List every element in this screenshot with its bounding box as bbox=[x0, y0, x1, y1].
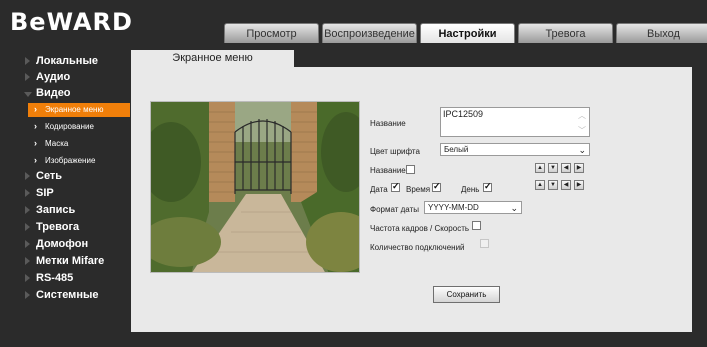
chevron-down-icon: ⌄ bbox=[510, 203, 518, 213]
sidebar-item-alarm[interactable]: Тревога bbox=[0, 220, 131, 236]
triangle-right-icon bbox=[25, 240, 30, 248]
sidebar-item-video[interactable]: Видео bbox=[0, 86, 131, 102]
fps-checkbox[interactable] bbox=[472, 221, 481, 230]
arrow-down-icon[interactable]: ▼ bbox=[548, 163, 558, 173]
connections-label: Количество подключений bbox=[370, 243, 465, 252]
triangle-down-icon bbox=[24, 92, 32, 97]
day-checkbox[interactable] bbox=[483, 181, 492, 192]
brand-logo: BeWARD bbox=[10, 8, 133, 36]
header: BeWARD Просмотр Воспроизведение Настройк… bbox=[0, 0, 707, 46]
arrow-left-icon[interactable]: ◀ bbox=[561, 163, 571, 173]
triangle-right-icon bbox=[25, 257, 30, 265]
sidebar-subitem-osd[interactable]: › Экранное меню bbox=[28, 103, 130, 117]
sidebar-subitem-encoding[interactable]: › Кодирование bbox=[28, 120, 130, 134]
time-label: Время bbox=[406, 185, 431, 194]
sidebar-item-label: Системные bbox=[36, 289, 99, 301]
arrow-right-icon[interactable]: ▶ bbox=[574, 163, 584, 173]
sidebar-item-sip[interactable]: SIP bbox=[0, 186, 131, 202]
sidebar-item-rs485[interactable]: RS-485 bbox=[0, 271, 131, 287]
sidebar-subitem-label: Экранное меню bbox=[45, 105, 104, 114]
sidebar-item-local[interactable]: Локальные bbox=[0, 54, 131, 70]
sidebar-item-label: Метки Mifare bbox=[36, 255, 105, 267]
sidebar-item-network[interactable]: Сеть bbox=[0, 169, 131, 185]
sidebar: Локальные Аудио Видео › Экранное меню › … bbox=[0, 46, 131, 347]
date-format-select[interactable]: YYYY-MM-DD ⌄ bbox=[424, 201, 522, 214]
sidebar-item-intercom[interactable]: Домофон bbox=[0, 237, 131, 253]
arrow-right-icon[interactable]: ▶ bbox=[574, 180, 584, 190]
arrow-left-icon[interactable]: ◀ bbox=[561, 180, 571, 190]
chevron-right-icon: › bbox=[34, 155, 37, 165]
tab-playback[interactable]: Воспроизведение bbox=[322, 23, 417, 43]
show-name-label: Название bbox=[370, 166, 406, 175]
sidebar-item-label: Тревога bbox=[36, 221, 80, 233]
camera-preview-image bbox=[151, 102, 359, 272]
sidebar-item-label: Сеть bbox=[36, 170, 63, 182]
save-button[interactable]: Сохранить bbox=[433, 286, 500, 303]
video-preview bbox=[150, 101, 360, 273]
sidebar-item-label: Запись bbox=[36, 204, 76, 216]
app-window: BeWARD Просмотр Воспроизведение Настройк… bbox=[0, 0, 707, 347]
name-input-value: IPC12509 bbox=[443, 109, 484, 119]
triangle-right-icon bbox=[25, 57, 30, 65]
date-format-label: Формат даты bbox=[370, 205, 419, 214]
time-checkbox[interactable] bbox=[432, 181, 441, 192]
fps-label: Частота кадров / Скорость bbox=[370, 224, 470, 233]
arrow-down-icon[interactable]: ▼ bbox=[548, 180, 558, 190]
date-format-value: YYYY-MM-DD bbox=[428, 203, 479, 212]
chevron-right-icon: › bbox=[34, 121, 37, 131]
sidebar-item-label: Локальные bbox=[36, 55, 98, 67]
arrow-up-icon[interactable]: ▲ bbox=[535, 180, 545, 190]
sidebar-item-label: RS-485 bbox=[36, 272, 74, 284]
tab-logout[interactable]: Выход bbox=[616, 23, 707, 43]
date-checkbox[interactable] bbox=[391, 181, 400, 192]
date-label: Дата bbox=[370, 185, 388, 194]
sidebar-subitem-image[interactable]: › Изображение bbox=[28, 154, 130, 168]
triangle-right-icon bbox=[25, 189, 30, 197]
name-label: Название bbox=[370, 119, 406, 128]
sidebar-item-record[interactable]: Запись bbox=[0, 203, 131, 219]
connections-checkbox[interactable] bbox=[480, 239, 489, 248]
name-input[interactable]: IPC12509 ︿ ﹀ bbox=[440, 107, 590, 137]
sidebar-subitem-mask[interactable]: › Маска bbox=[28, 137, 130, 151]
triangle-right-icon bbox=[25, 291, 30, 299]
arrow-up-icon[interactable]: ▲ bbox=[535, 163, 545, 173]
sidebar-item-audio[interactable]: Аудио bbox=[0, 70, 131, 86]
chevron-right-icon: › bbox=[34, 138, 37, 148]
triangle-right-icon bbox=[25, 206, 30, 214]
triangle-right-icon bbox=[25, 274, 30, 282]
font-color-label: Цвет шрифта bbox=[370, 147, 420, 156]
day-label: День bbox=[461, 185, 480, 194]
sidebar-item-label: Аудио bbox=[36, 71, 71, 83]
show-name-checkbox[interactable] bbox=[406, 165, 415, 174]
chevron-right-icon: › bbox=[34, 104, 37, 114]
triangle-right-icon bbox=[25, 73, 30, 81]
sidebar-subitem-label: Кодирование bbox=[45, 122, 94, 131]
tab-alarm[interactable]: Тревога bbox=[518, 23, 613, 43]
tab-view[interactable]: Просмотр bbox=[224, 23, 319, 43]
font-color-select[interactable]: Белый ⌄ bbox=[440, 143, 590, 156]
sidebar-item-label: Домофон bbox=[36, 238, 89, 250]
triangle-right-icon bbox=[25, 223, 30, 231]
sidebar-subitem-label: Маска bbox=[45, 139, 69, 148]
tab-osd[interactable]: Экранное меню bbox=[131, 50, 294, 67]
chevron-down-icon[interactable]: ﹀ bbox=[578, 125, 586, 136]
sidebar-item-system[interactable]: Системные bbox=[0, 288, 131, 304]
sidebar-item-label: Видео bbox=[36, 87, 71, 99]
triangle-right-icon bbox=[25, 172, 30, 180]
chevron-up-icon[interactable]: ︿ bbox=[578, 110, 586, 121]
top-nav-tabs: Просмотр Воспроизведение Настройки Трево… bbox=[224, 23, 707, 43]
chevron-down-icon: ⌄ bbox=[578, 145, 586, 155]
tab-settings[interactable]: Настройки bbox=[420, 23, 515, 43]
sidebar-item-mifare[interactable]: Метки Mifare bbox=[0, 254, 131, 270]
sidebar-subitem-label: Изображение bbox=[45, 156, 96, 165]
font-color-value: Белый bbox=[444, 145, 469, 154]
content-panel: Название IPC12509 ︿ ﹀ Цвет шрифта Белый … bbox=[131, 67, 692, 332]
sidebar-item-label: SIP bbox=[36, 187, 54, 199]
